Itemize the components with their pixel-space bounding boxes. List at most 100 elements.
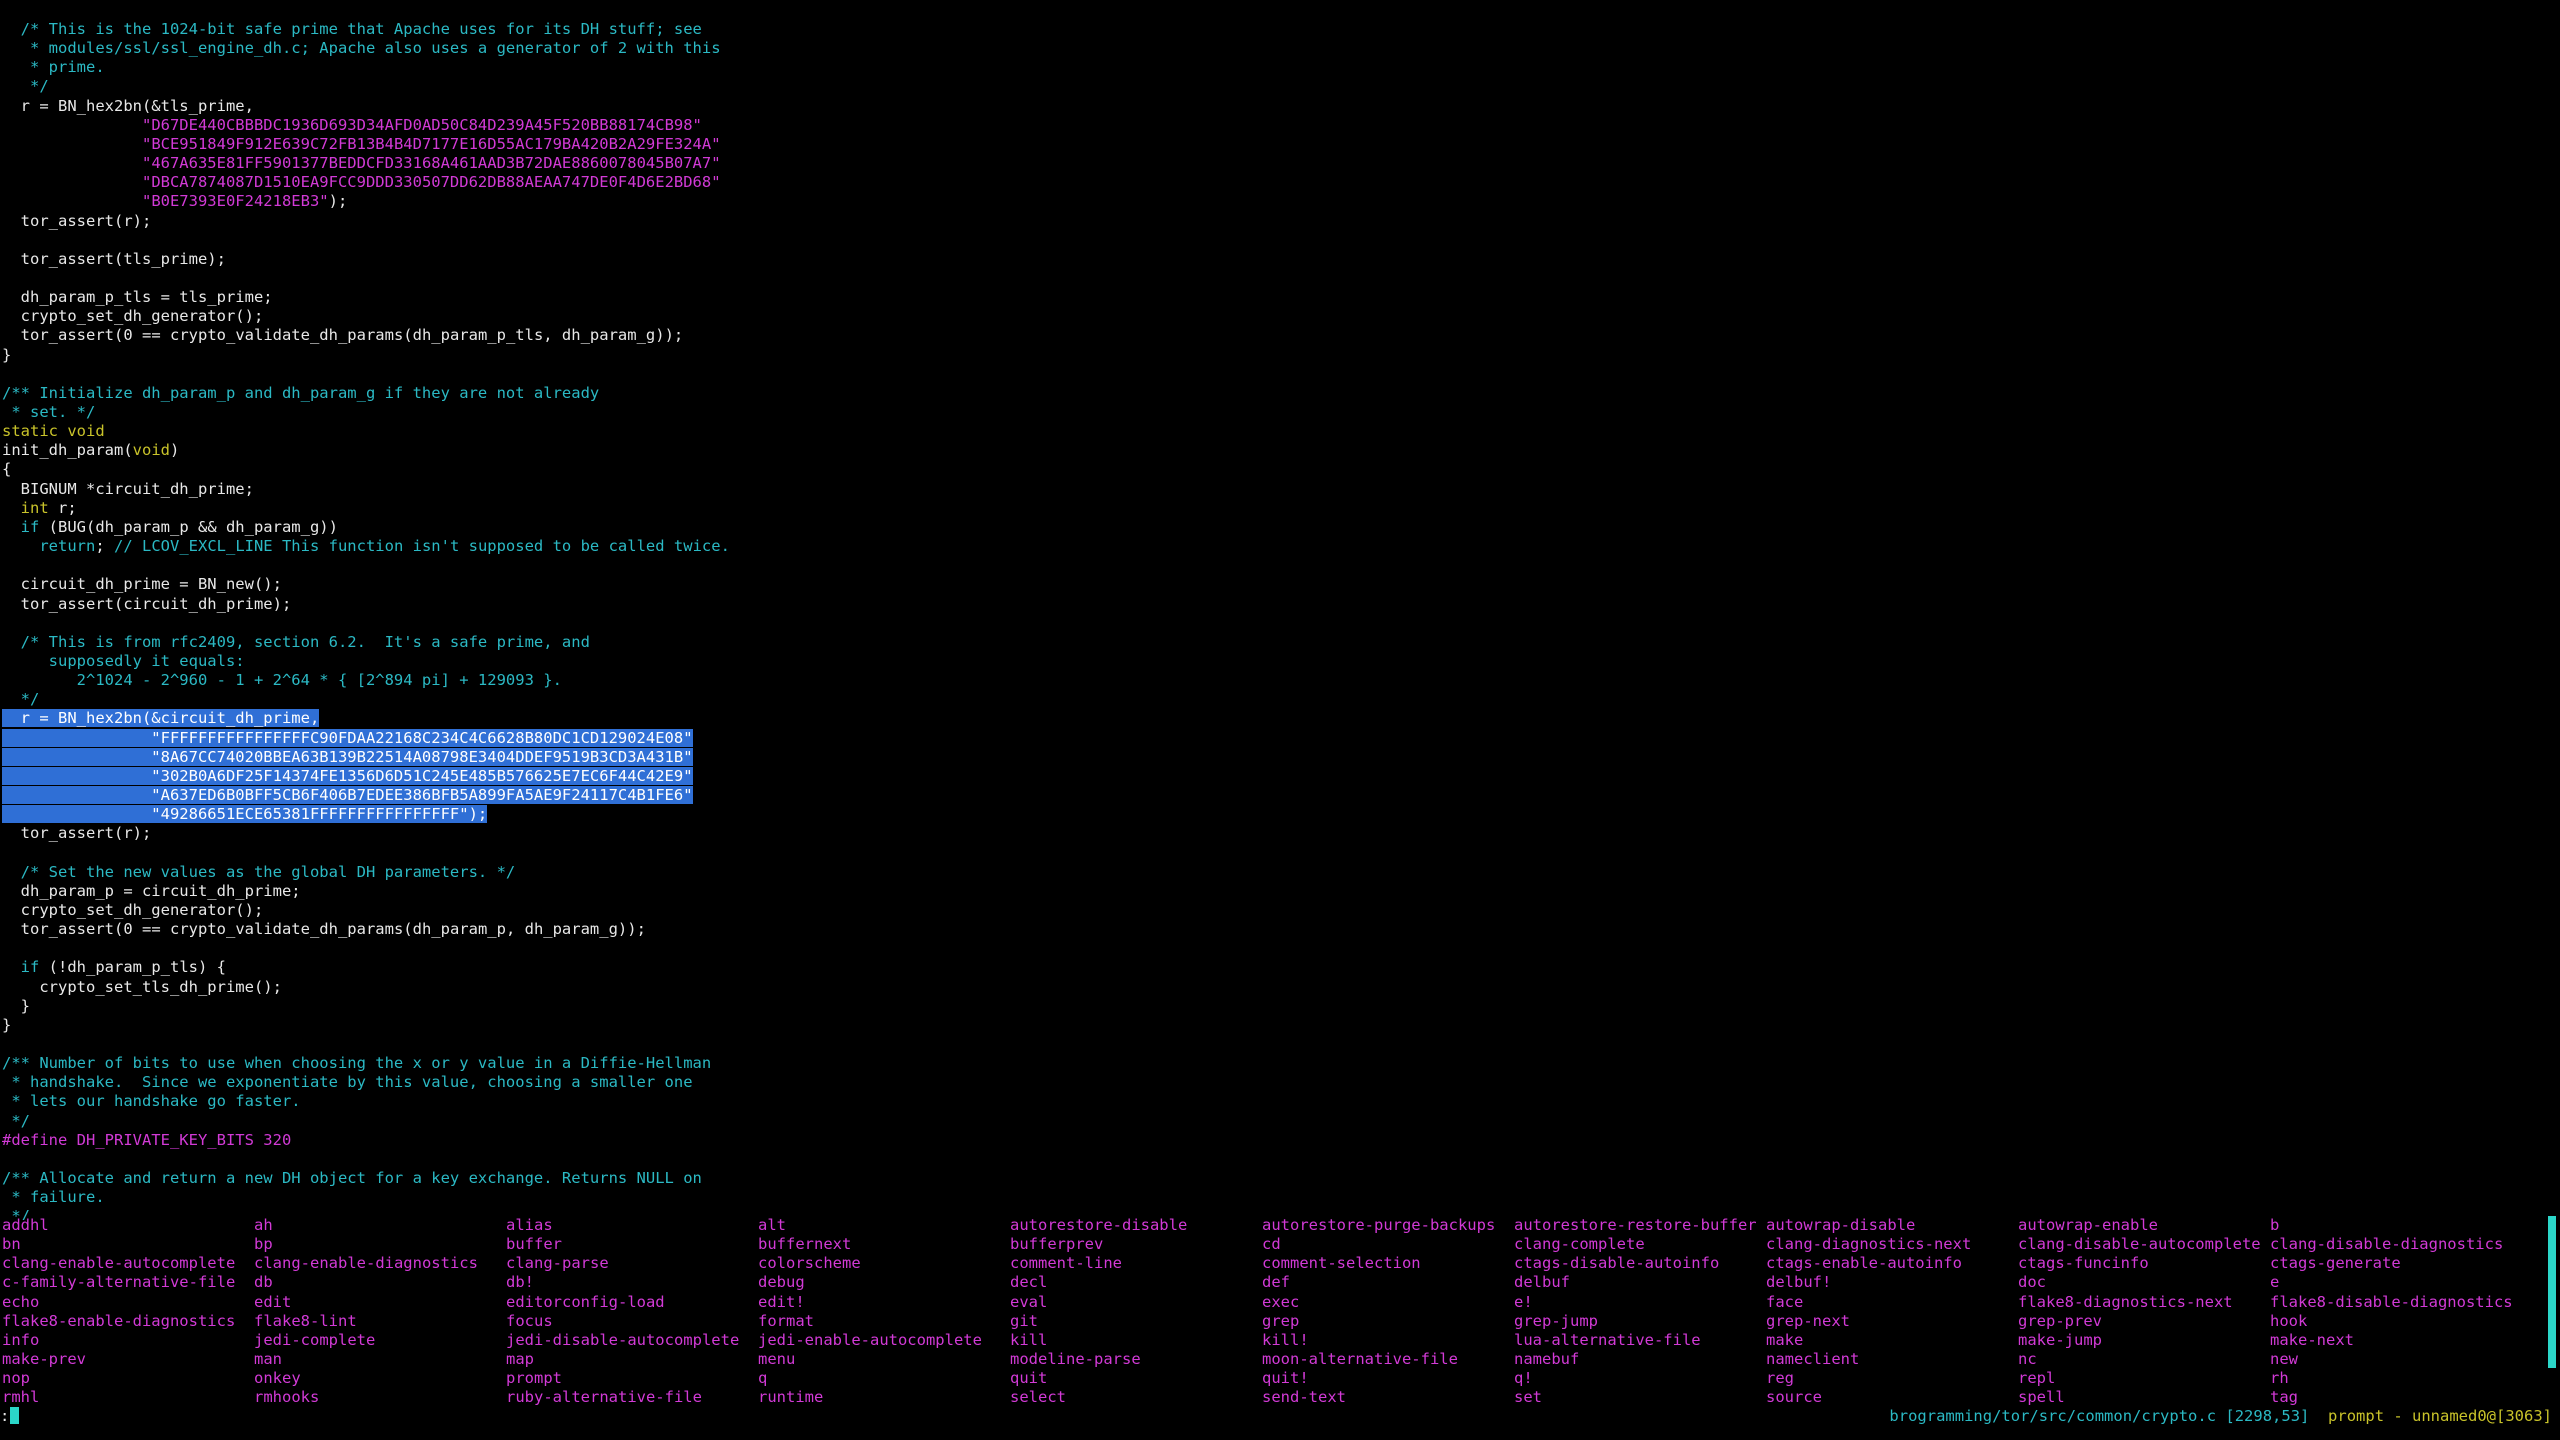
completion-item[interactable]: alt (758, 1216, 786, 1235)
completion-item[interactable]: source (1766, 1388, 1822, 1406)
completion-item[interactable]: modeline-parse (1010, 1350, 1141, 1369)
code-editor[interactable]: /* This is the 1024-bit safe prime that … (0, 20, 2560, 1220)
completion-item[interactable]: flake8-disable-diagnostics (2270, 1293, 2513, 1312)
completion-item[interactable]: alias (506, 1216, 553, 1235)
completion-item[interactable]: bn (2, 1235, 21, 1254)
completion-item[interactable]: kill (1010, 1331, 1047, 1350)
completion-item[interactable]: nc (2018, 1350, 2037, 1369)
completion-item[interactable]: addhl (2, 1216, 49, 1235)
completion-item[interactable]: clang-disable-diagnostics (2270, 1235, 2503, 1254)
completion-item[interactable]: clang-enable-autocomplete (2, 1254, 235, 1273)
completion-item[interactable]: buffernext (758, 1235, 851, 1254)
completion-item[interactable]: e (2270, 1273, 2279, 1292)
completion-item[interactable]: reg (1766, 1369, 1794, 1388)
completion-item[interactable]: autorestore-purge-backups (1262, 1216, 1495, 1235)
completion-item[interactable]: hook (2270, 1312, 2307, 1331)
completion-item[interactable]: autowrap-enable (2018, 1216, 2158, 1235)
completion-item[interactable]: make-jump (2018, 1331, 2102, 1350)
completion-item[interactable]: delbuf! (1766, 1273, 1831, 1292)
completion-item[interactable]: colorscheme (758, 1254, 861, 1273)
completion-item[interactable]: q! (1514, 1369, 1533, 1388)
completion-item[interactable]: grep-prev (2018, 1312, 2102, 1331)
completion-item[interactable]: echo (2, 1293, 39, 1312)
completion-item[interactable]: flake8-diagnostics-next (2018, 1293, 2233, 1312)
completion-item[interactable]: make (1766, 1331, 1803, 1350)
completion-item[interactable]: quit! (1262, 1369, 1309, 1388)
completion-item[interactable]: menu (758, 1350, 795, 1369)
completion-item[interactable]: man (254, 1350, 282, 1369)
completion-item[interactable]: set (1514, 1388, 1542, 1406)
completion-item[interactable]: db (254, 1273, 273, 1292)
completion-item[interactable]: decl (1010, 1273, 1047, 1292)
completion-item[interactable]: moon-alternative-file (1262, 1350, 1458, 1369)
completion-item[interactable]: debug (758, 1273, 805, 1292)
command-completion-menu[interactable]: addhl bn clang-enable-autocomplete c-family… (0, 1216, 2540, 1406)
completion-item[interactable]: exec (1262, 1293, 1299, 1312)
completion-item[interactable]: grep-next (1766, 1312, 1850, 1331)
completion-item[interactable]: ctags-disable-autoinfo (1514, 1254, 1719, 1273)
completion-item[interactable]: cd (1262, 1235, 1281, 1254)
completion-scrollbar[interactable] (2548, 1216, 2556, 1368)
completion-item[interactable]: rmhooks (254, 1388, 319, 1406)
completion-item[interactable]: grep-jump (1514, 1312, 1598, 1331)
completion-item[interactable]: c-family-alternative-file (2, 1273, 235, 1292)
completion-item[interactable]: ah (254, 1216, 273, 1235)
completion-item[interactable]: autorestore-restore-buffer (1514, 1216, 1757, 1235)
completion-item[interactable]: autowrap-disable (1766, 1216, 1915, 1235)
completion-item[interactable]: clang-diagnostics-next (1766, 1235, 1971, 1254)
completion-item[interactable]: tag (2270, 1388, 2298, 1406)
completion-item[interactable]: kill! (1262, 1331, 1309, 1350)
completion-item[interactable]: quit (1010, 1369, 1047, 1388)
completion-item[interactable]: prompt (506, 1369, 562, 1388)
completion-item[interactable]: b (2270, 1216, 2279, 1235)
completion-item[interactable]: lua-alternative-file (1514, 1331, 1701, 1350)
completion-item[interactable]: ctags-enable-autoinfo (1766, 1254, 1962, 1273)
command-line[interactable]: : (0, 1407, 20, 1426)
completion-item[interactable]: ctags-generate (2270, 1254, 2401, 1273)
completion-item[interactable]: ruby-alternative-file (506, 1388, 702, 1406)
completion-item[interactable]: clang-disable-autocomplete (2018, 1235, 2261, 1254)
completion-item[interactable]: focus (506, 1312, 553, 1331)
completion-item[interactable]: map (506, 1350, 534, 1369)
completion-item[interactable]: nameclient (1766, 1350, 1859, 1369)
completion-item[interactable]: git (1010, 1312, 1038, 1331)
completion-item[interactable]: doc (2018, 1273, 2046, 1292)
completion-item[interactable]: make-prev (2, 1350, 86, 1369)
completion-item[interactable]: eval (1010, 1293, 1047, 1312)
completion-item[interactable]: comment-line (1010, 1254, 1122, 1273)
completion-item[interactable]: new (2270, 1350, 2298, 1369)
completion-item[interactable]: bp (254, 1235, 273, 1254)
completion-item[interactable]: flake8-enable-diagnostics (2, 1312, 235, 1331)
completion-item[interactable]: runtime (758, 1388, 823, 1406)
completion-item[interactable]: jedi-enable-autocomplete (758, 1331, 982, 1350)
completion-item[interactable]: face (1766, 1293, 1803, 1312)
completion-item[interactable]: grep (1262, 1312, 1299, 1331)
completion-item[interactable]: repl (2018, 1369, 2055, 1388)
completion-item[interactable]: def (1262, 1273, 1290, 1292)
completion-item[interactable]: jedi-disable-autocomplete (506, 1331, 739, 1350)
completion-item[interactable]: format (758, 1312, 814, 1331)
completion-item[interactable]: e! (1514, 1293, 1533, 1312)
completion-item[interactable]: edit! (758, 1293, 805, 1312)
completion-item[interactable]: buffer (506, 1235, 562, 1254)
completion-item[interactable]: q (758, 1369, 767, 1388)
completion-item[interactable]: onkey (254, 1369, 301, 1388)
completion-item[interactable]: make-next (2270, 1331, 2354, 1350)
completion-item[interactable]: rh (2270, 1369, 2289, 1388)
completion-item[interactable]: send-text (1262, 1388, 1346, 1406)
completion-item[interactable]: jedi-complete (254, 1331, 375, 1350)
completion-item[interactable]: delbuf (1514, 1273, 1570, 1292)
completion-item[interactable]: db! (506, 1273, 534, 1292)
completion-item[interactable]: select (1010, 1388, 1066, 1406)
completion-item[interactable]: spell (2018, 1388, 2065, 1406)
completion-item[interactable]: rmhl (2, 1388, 39, 1406)
completion-item[interactable]: nop (2, 1369, 30, 1388)
completion-item[interactable]: clang-parse (506, 1254, 609, 1273)
completion-item[interactable]: flake8-lint (254, 1312, 357, 1331)
completion-item[interactable]: autorestore-disable (1010, 1216, 1187, 1235)
completion-item[interactable]: edit (254, 1293, 291, 1312)
completion-item[interactable]: editorconfig-load (506, 1293, 665, 1312)
completion-item[interactable]: clang-complete (1514, 1235, 1645, 1254)
completion-item[interactable]: ctags-funcinfo (2018, 1254, 2149, 1273)
completion-item[interactable]: namebuf (1514, 1350, 1579, 1369)
